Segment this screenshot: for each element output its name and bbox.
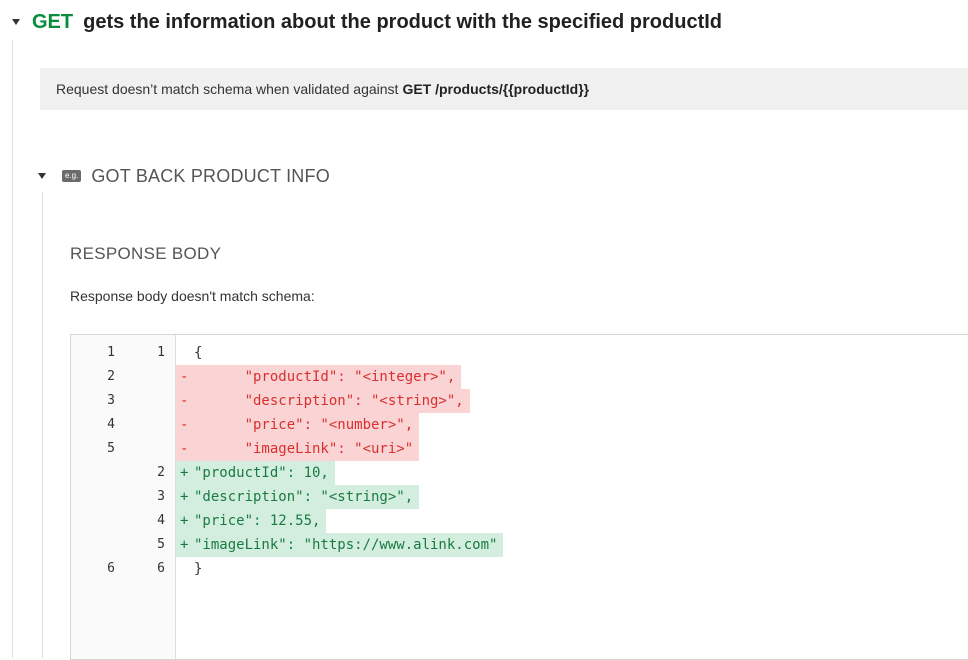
collapse-caret-icon[interactable] [12, 19, 20, 25]
response-body-message: Response body doesn't match schema: [70, 288, 315, 304]
code-text: "productId": 10, [194, 465, 329, 481]
diff-sign: + [180, 537, 189, 553]
example-header[interactable]: e.g. GOT BACK PRODUCT INFO [38, 164, 330, 188]
example-tree-line [42, 192, 43, 658]
code-text: "productId": "<integer>", [194, 369, 456, 385]
added-line: + "price": 12.55, [176, 509, 327, 533]
added-line: + "productId": 10, [176, 461, 335, 485]
code-text: "description": "<string>", [194, 393, 464, 409]
diff-sign: + [180, 465, 189, 481]
code-text: { [194, 345, 203, 361]
old-line-number: 6 [107, 561, 115, 576]
diff-sign: + [180, 513, 189, 529]
code-text: } [194, 561, 203, 577]
new-line-number: 6 [157, 561, 165, 576]
diff-sign: - [180, 393, 189, 409]
added-line: + "description": "<string>", [176, 485, 420, 509]
diff-row: 2 - "productId": "<integer>", [71, 365, 968, 389]
code-text: "price": "<number>", [194, 417, 414, 433]
http-method: GET [32, 10, 74, 33]
old-line-number: 4 [107, 417, 115, 432]
old-line-number: 5 [107, 441, 115, 456]
diff-row: 4 + "price": 12.55, [71, 509, 968, 533]
response-body-heading: RESPONSE BODY [70, 244, 222, 263]
old-line-number: 2 [107, 369, 115, 384]
diff-row: 3 + "description": "<string>", [71, 485, 968, 509]
removed-line: - "description": "<string>", [176, 389, 470, 413]
diff-viewer[interactable]: 11 {2- "productId": "<integer>", 3- "desc… [70, 334, 968, 660]
diff-sign: + [180, 489, 189, 505]
diff-sign: - [180, 369, 189, 385]
diff-sign: - [180, 441, 189, 457]
diff-row: 2 + "productId": 10, [71, 461, 968, 485]
example-badge-icon: e.g. [62, 170, 82, 182]
context-line: { [176, 341, 208, 365]
diff-sign [180, 557, 194, 581]
diff-row: 6 6 } [71, 557, 968, 581]
removed-line: - "imageLink": "<uri>" [176, 437, 420, 461]
diff-row: 1 1 { [71, 341, 968, 365]
validation-endpoint: GET /products/{{productId}} [402, 81, 590, 97]
old-line-number: 3 [107, 393, 115, 408]
new-line-number: 4 [157, 513, 165, 528]
new-line-number: 2 [157, 465, 165, 480]
diff-row: 4 - "price": "<number>", [71, 413, 968, 437]
code-text: "price": 12.55, [194, 513, 321, 529]
validation-message: Request doesn’t match schema when valida… [56, 81, 590, 97]
request-header[interactable]: GET gets the information about the produ… [4, 6, 722, 38]
request-title: gets the information about the product w… [83, 10, 723, 33]
validation-banner: Request doesn’t match schema when valida… [40, 68, 968, 110]
code-text: "imageLink": "https://www.alink.com" [194, 537, 498, 553]
diff-row: 5 - "imageLink": "<uri>" [71, 437, 968, 461]
example-name: GOT BACK PRODUCT INFO [91, 165, 330, 186]
code-text: "imageLink": "<uri>" [194, 441, 414, 457]
old-line-number: 1 [107, 345, 115, 360]
added-line: + "imageLink": "https://www.alink.com" [176, 533, 504, 557]
code-text: "description": "<string>", [194, 489, 414, 505]
removed-line: - "price": "<number>", [176, 413, 420, 437]
removed-line: - "productId": "<integer>", [176, 365, 462, 389]
request-tree-line [12, 40, 13, 658]
new-line-number: 1 [157, 345, 165, 360]
expand-caret-icon[interactable] [38, 173, 46, 179]
diff-sign: - [180, 417, 189, 433]
diff-sign [180, 341, 194, 365]
context-line: } [176, 557, 208, 581]
new-line-number: 3 [157, 489, 165, 504]
new-line-number: 5 [157, 537, 165, 552]
diff-row: 5 + "imageLink": "https://www.alink.com" [71, 533, 968, 557]
diff-row: 3 - "description": "<string>", [71, 389, 968, 413]
